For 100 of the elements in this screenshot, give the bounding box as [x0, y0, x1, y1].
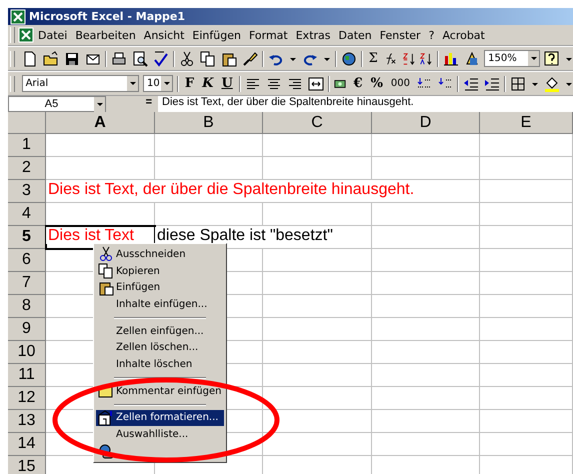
- table-cell[interactable]: [372, 226, 480, 249]
- table-cell[interactable]: [480, 318, 573, 341]
- table-cell[interactable]: [372, 364, 480, 387]
- menu-item[interactable]: Bearbeiten: [71, 28, 140, 42]
- table-cell[interactable]: [263, 364, 372, 387]
- name-box[interactable]: A5: [8, 96, 106, 112]
- increase-indent-icon[interactable]: [484, 76, 500, 92]
- table-cell[interactable]: [372, 410, 480, 433]
- row-header[interactable]: 10: [8, 341, 46, 364]
- paste-icon[interactable]: [220, 50, 237, 66]
- context-menu-item[interactable]: Kopieren: [96, 262, 224, 280]
- font-size-dropdown[interactable]: 10: [143, 75, 173, 92]
- table-cell[interactable]: [372, 272, 480, 295]
- bold-button[interactable]: F: [182, 74, 196, 92]
- row-header[interactable]: 8: [8, 295, 46, 318]
- table-cell[interactable]: [372, 157, 480, 180]
- context-menu-item[interactable]: Zellen formatieren...: [96, 410, 224, 426]
- borders-icon[interactable]: [510, 76, 526, 92]
- table-cell[interactable]: [263, 272, 372, 295]
- row-header[interactable]: 5: [8, 226, 46, 249]
- select-all-corner[interactable]: [8, 112, 46, 134]
- table-cell[interactable]: [263, 203, 372, 226]
- zoom-dropdown[interactable]: 150%: [484, 50, 540, 67]
- row-header[interactable]: 1: [8, 134, 46, 157]
- help-icon[interactable]: [544, 50, 560, 66]
- row-header[interactable]: 4: [8, 203, 46, 226]
- menu-item[interactable]: ?: [424, 28, 438, 42]
- row-header[interactable]: 3: [8, 180, 46, 203]
- underline-button[interactable]: U: [219, 74, 235, 92]
- euro-button[interactable]: €: [352, 74, 365, 92]
- menu-item[interactable]: Extras: [292, 28, 335, 42]
- menu-item[interactable]: Einfügen: [188, 28, 245, 42]
- context-menu-item[interactable]: Zellen löschen...: [96, 339, 224, 356]
- cell-text[interactable]: Dies ist Text: [46, 227, 134, 244]
- column-header[interactable]: C: [263, 112, 372, 134]
- open-folder-icon[interactable]: [42, 50, 59, 66]
- context-menu-item[interactable]: Einfügen: [96, 279, 224, 296]
- autosum-button[interactable]: Σ: [366, 50, 380, 68]
- table-cell[interactable]: [480, 134, 573, 157]
- column-header[interactable]: D: [372, 112, 480, 134]
- table-cell[interactable]: [372, 387, 480, 410]
- context-menu-item[interactable]: Inhalte einfügen...: [96, 296, 224, 313]
- column-header[interactable]: E: [480, 112, 573, 134]
- cell-text[interactable]: diese Spalte ist "besetzt": [155, 227, 333, 244]
- scissors-icon[interactable]: [178, 50, 195, 66]
- copy-icon[interactable]: [98, 263, 114, 280]
- row-header[interactable]: 9: [8, 318, 46, 341]
- row-header[interactable]: 7: [8, 272, 46, 295]
- table-cell[interactable]: [263, 433, 372, 456]
- column-header[interactable]: A: [46, 112, 155, 134]
- shapes-icon[interactable]: [464, 50, 480, 66]
- table-cell[interactable]: [480, 180, 573, 203]
- table-cell[interactable]: [480, 341, 573, 364]
- table-cell[interactable]: [480, 433, 573, 456]
- table-cell[interactable]: [372, 318, 480, 341]
- menu-item[interactable]: Format: [244, 28, 292, 42]
- print-icon[interactable]: [110, 50, 127, 66]
- new-document-icon[interactable]: [22, 50, 38, 66]
- menu-item[interactable]: Daten: [334, 28, 376, 42]
- table-cell[interactable]: [372, 134, 480, 157]
- bar-chart-icon[interactable]: [443, 50, 460, 66]
- row-header[interactable]: 15: [8, 456, 46, 474]
- table-cell[interactable]: [372, 249, 480, 272]
- table-cell[interactable]: [480, 387, 573, 410]
- format-cells-icon[interactable]: [98, 410, 114, 426]
- menu-item[interactable]: Ansicht: [140, 28, 188, 42]
- context-menu-item[interactable]: Inhalte löschen: [96, 356, 224, 373]
- table-cell[interactable]: [480, 226, 573, 249]
- table-cell[interactable]: [372, 433, 480, 456]
- table-cell[interactable]: [263, 387, 372, 410]
- save-icon[interactable]: [64, 50, 80, 66]
- copy-icon[interactable]: [200, 50, 216, 66]
- table-cell[interactable]: [480, 203, 573, 226]
- row-header[interactable]: 2: [8, 157, 46, 180]
- table-cell[interactable]: [263, 295, 372, 318]
- table-cell[interactable]: [46, 134, 155, 157]
- table-cell[interactable]: [372, 295, 480, 318]
- table-cell[interactable]: [480, 272, 573, 295]
- table-cell[interactable]: [263, 318, 372, 341]
- menu-item[interactable]: Datei: [34, 28, 72, 42]
- row-header[interactable]: 14: [8, 433, 46, 456]
- table-cell[interactable]: [263, 249, 372, 272]
- table-cell[interactable]: [480, 410, 573, 433]
- table-cell[interactable]: [46, 157, 155, 180]
- table-cell[interactable]: [480, 295, 573, 318]
- formula-field[interactable]: Dies ist Text, der über die Spaltenbreite hinausgeht.: [158, 96, 573, 112]
- merge-center-icon[interactable]: [308, 76, 324, 92]
- sort-ascending-icon[interactable]: [402, 50, 416, 66]
- row-header[interactable]: 13: [8, 410, 46, 433]
- row-header[interactable]: 11: [8, 364, 46, 387]
- table-cell[interactable]: [372, 203, 480, 226]
- function-icon[interactable]: [384, 50, 398, 66]
- table-cell[interactable]: [480, 249, 573, 272]
- context-menu-item[interactable]: Kommentar einfügen: [96, 382, 224, 400]
- fill-color-icon[interactable]: [544, 76, 560, 92]
- menu-item[interactable]: Acrobat: [438, 28, 489, 42]
- percent-button[interactable]: %: [368, 74, 385, 92]
- context-menu-item[interactable]: Auswahlliste...: [96, 426, 224, 443]
- table-cell[interactable]: [155, 203, 263, 226]
- table-cell[interactable]: [372, 341, 480, 364]
